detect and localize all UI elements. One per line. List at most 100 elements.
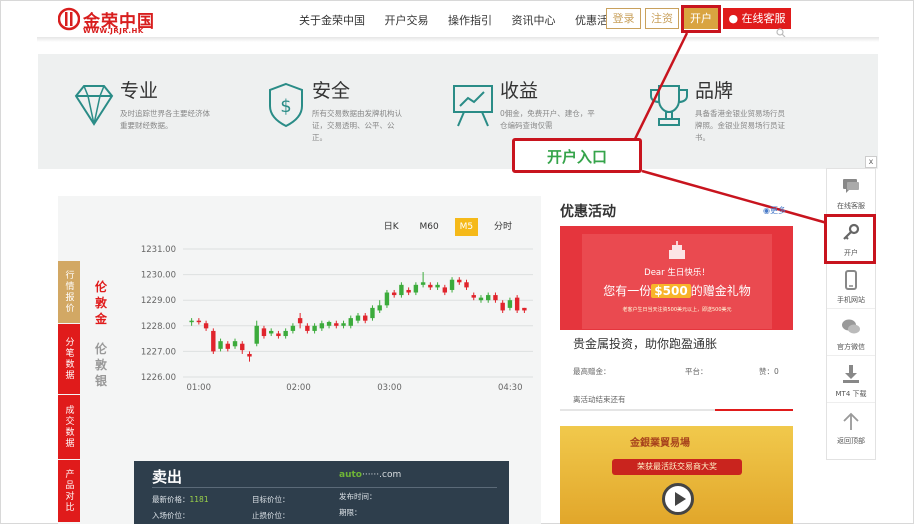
site-logo[interactable]: 金荣中国 WWW.JRJR.HK: [58, 7, 178, 37]
candle-body: [449, 279, 455, 290]
nav-news[interactable]: 资讯中心: [512, 14, 556, 27]
candle-body: [247, 353, 252, 357]
online-service-button[interactable]: ● 在线客服: [723, 8, 791, 29]
nav-about[interactable]: 关于金荣中国: [299, 14, 365, 27]
birthday-promo-banner[interactable]: Dear 生日快乐！ 您有一份 $500 的赠金礼物 老客户生日当天注资500美元以…: [560, 226, 793, 330]
nav-open-trade[interactable]: 开户交易: [385, 14, 429, 27]
candlestick-chart: 1231.00 1230.00 1229.00 1228.00 1227.00 1226.…: [141, 245, 533, 393]
sell-field-stoploss: 止损价位：: [252, 510, 290, 521]
promotions-more-link[interactable]: ◉更多: [763, 205, 786, 216]
promo-progress-bar: [560, 409, 793, 411]
more-label: 更多: [769, 206, 786, 215]
float-item-mobile-site[interactable]: 手机网站: [827, 263, 875, 309]
candle-body: [348, 318, 353, 326]
chat-bubble-icon: ●: [728, 12, 739, 25]
features-band: 专业 及时追踪世界各主要经济体重要财经数据。 $ 安全 所有交易数据由发牌机构认…: [38, 54, 878, 169]
sell-field-entry: 入场价位：: [152, 510, 190, 521]
candle-body: [225, 343, 230, 349]
callout-label: 开户入口: [546, 148, 607, 166]
nav-guide[interactable]: 操作指引: [448, 14, 492, 27]
latest-price-value: 1181: [189, 495, 209, 504]
feature-desc: 所有交易数据由发牌机构认证，交易透明、公平、公正。: [312, 109, 402, 142]
banner-headline: 您有一份 $500 的赠金礼物: [582, 282, 772, 299]
side-tabs: 行情报价 分笔数据 成交数据 产品对比: [58, 261, 80, 522]
float-item-label: 在线客服: [837, 202, 865, 210]
side-tab-tick-data[interactable]: 分笔数据: [58, 324, 80, 394]
sell-title: 卖出: [152, 468, 183, 486]
svg-text:$: $: [280, 96, 291, 117]
field-label: 止损价位：: [252, 511, 290, 520]
candle-body: [464, 282, 469, 288]
metal-london-silver[interactable]: 伦敦银: [94, 341, 108, 389]
banner-suffix: 的赠金礼物: [690, 284, 751, 298]
candle-body: [514, 297, 520, 311]
candle-body: [232, 341, 238, 347]
partner-logo-suffix: .com: [379, 470, 402, 480]
partner-logo: auto······.com: [339, 470, 402, 480]
float-item-back-to-top[interactable]: 返回顶部: [827, 404, 875, 450]
header-divider: [37, 37, 879, 42]
candle-body: [326, 321, 332, 326]
candle-body: [377, 305, 382, 311]
side-tab-compare[interactable]: 产品对比: [58, 460, 80, 522]
candle-body: [312, 325, 317, 331]
candle-body: [254, 325, 259, 344]
tab-daily[interactable]: 日K: [379, 218, 404, 236]
candle-body: [341, 323, 346, 326]
candle-body: [493, 295, 498, 301]
feature-brand: 品牌 具备香港金银业贸易场行员牌照。金银业贸易场行员证书。: [643, 74, 803, 154]
x-tick-label: 02:00: [286, 383, 311, 393]
candle-body: [399, 284, 404, 296]
candle-body: [218, 341, 223, 349]
float-item-label: MT4 下载: [835, 390, 867, 398]
tab-intraday[interactable]: 分时: [489, 218, 517, 236]
candle-body: [428, 284, 433, 288]
field-label: 目标价位：: [252, 495, 290, 504]
candle-body: [297, 318, 303, 324]
banner-amount: $500: [651, 284, 691, 298]
banner-note: 老客户生日当天注资500美元以上，即送500美元: [622, 307, 732, 313]
promotions-title: 优惠活动: [560, 204, 616, 220]
candle-body: [240, 343, 245, 351]
online-service-label: 在线客服: [741, 12, 786, 25]
candle-body: [276, 333, 281, 337]
y-tick-label: 1231.00: [141, 245, 176, 255]
side-tab-quotes[interactable]: 行情报价: [58, 261, 80, 323]
candle-body: [305, 325, 310, 331]
login-button[interactable]: 登录: [606, 8, 641, 29]
tab-m5[interactable]: M5: [454, 218, 479, 236]
candle-body: [391, 292, 397, 296]
candle-body: [334, 323, 339, 326]
award-video-banner[interactable]: 金銀業貿易場 荣获最活跃交易商大奖: [560, 426, 793, 524]
float-item-mt4-download[interactable]: MT4 下载: [827, 357, 875, 403]
candle-body: [290, 325, 296, 331]
mobile-icon: [845, 270, 857, 290]
play-icon[interactable]: [662, 483, 694, 515]
candle-body: [189, 320, 194, 323]
banner2-ribbon: 荣获最活跃交易商大奖: [612, 459, 742, 475]
promo-likes[interactable]: 赞：0: [759, 366, 779, 377]
field-label: 最新价格：: [152, 495, 190, 504]
promo-item-title[interactable]: 贵金属投资，助你跑盈通胀: [573, 335, 717, 352]
side-tab-volume-data[interactable]: 成交数据: [58, 395, 80, 459]
partner-logo-prefix: auto: [339, 470, 362, 480]
y-tick-label: 1227.00: [141, 347, 176, 357]
float-item-wechat[interactable]: 官方微信: [827, 310, 875, 356]
y-tick-label: 1229.00: [141, 296, 176, 306]
deposit-button[interactable]: 注资: [645, 8, 679, 29]
sell-field-target: 目标价位：: [252, 494, 290, 505]
candle-body: [268, 330, 274, 334]
candle-body: [406, 289, 411, 293]
candle-body: [363, 315, 368, 321]
float-bar-close-button[interactable]: x: [865, 156, 877, 168]
banner2-title: 金銀業貿易場: [630, 438, 690, 449]
trophy-icon: [650, 85, 688, 126]
top-header: 金荣中国 WWW.JRJR.HK 关于金荣中国 开户交易 操作指引 资讯中心 优…: [1, 1, 913, 38]
metal-london-gold[interactable]: 伦敦金: [94, 279, 108, 327]
tab-m60[interactable]: M60: [415, 218, 444, 236]
x-tick-label: 03:00: [377, 383, 402, 393]
field-label: 入场价位：: [152, 511, 190, 520]
float-item-online-service[interactable]: 在线客服: [827, 169, 875, 215]
candle-body: [370, 307, 375, 319]
candle-body: [522, 307, 527, 311]
